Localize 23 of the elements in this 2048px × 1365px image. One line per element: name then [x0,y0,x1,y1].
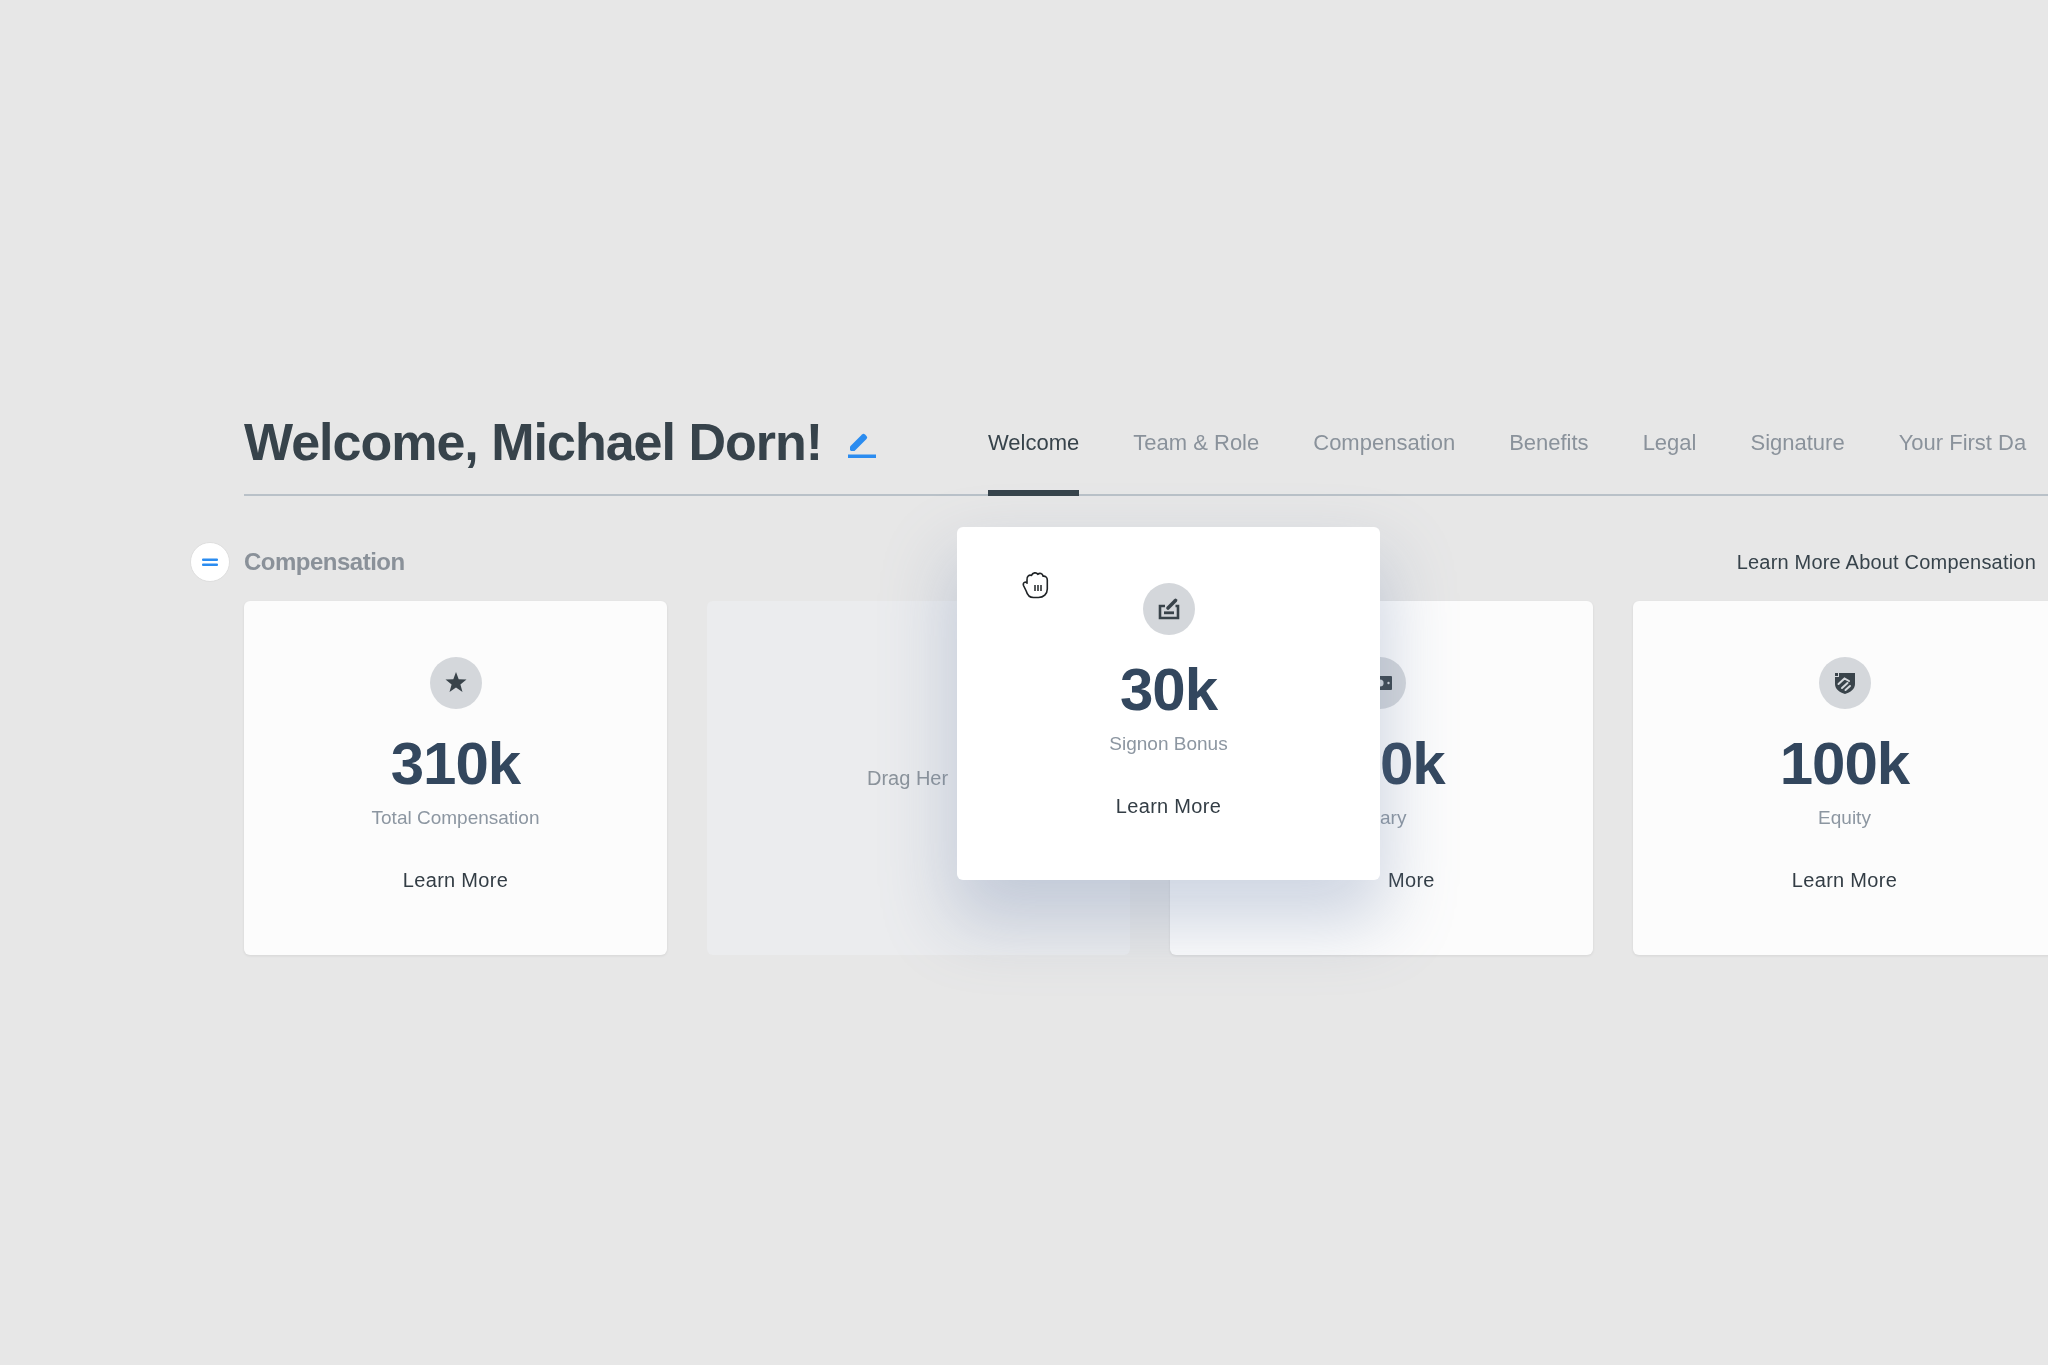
learn-more-link[interactable]: More [1388,868,1435,892]
learn-more-link[interactable]: Learn More [402,868,509,892]
stat-value: 310k [390,734,521,794]
section-title: Compensation [244,548,405,576]
shield-icon [1818,657,1871,709]
stat-value: 30k [1119,660,1218,720]
stat-label: Equity [1818,806,1871,830]
pencil-icon[interactable] [848,432,877,458]
stat-value: 100k [1779,734,1910,794]
learn-more-link[interactable]: Learn More [1115,794,1222,818]
stat-label: Signon Bonus [1109,732,1228,756]
handle-icon[interactable] [190,542,230,582]
stat-value: 0k [1380,734,1445,794]
dragged-card[interactable]: 30k Signon Bonus Learn More [957,527,1380,880]
stat-label: ary [1380,806,1407,830]
pen-box-icon [1142,583,1195,635]
stat-label: Total Compensation [371,806,540,830]
page-title: Welcome, Michael Dorn! [244,416,823,468]
hand-cursor-icon [1021,569,1049,599]
learn-more-link[interactable]: Learn More About Compensation [1736,550,2036,574]
learn-more-link[interactable]: Learn More [1791,868,1898,892]
tab[interactable]: Welcome [988,430,1080,496]
drop-zone-label: Drag Her [867,766,949,790]
